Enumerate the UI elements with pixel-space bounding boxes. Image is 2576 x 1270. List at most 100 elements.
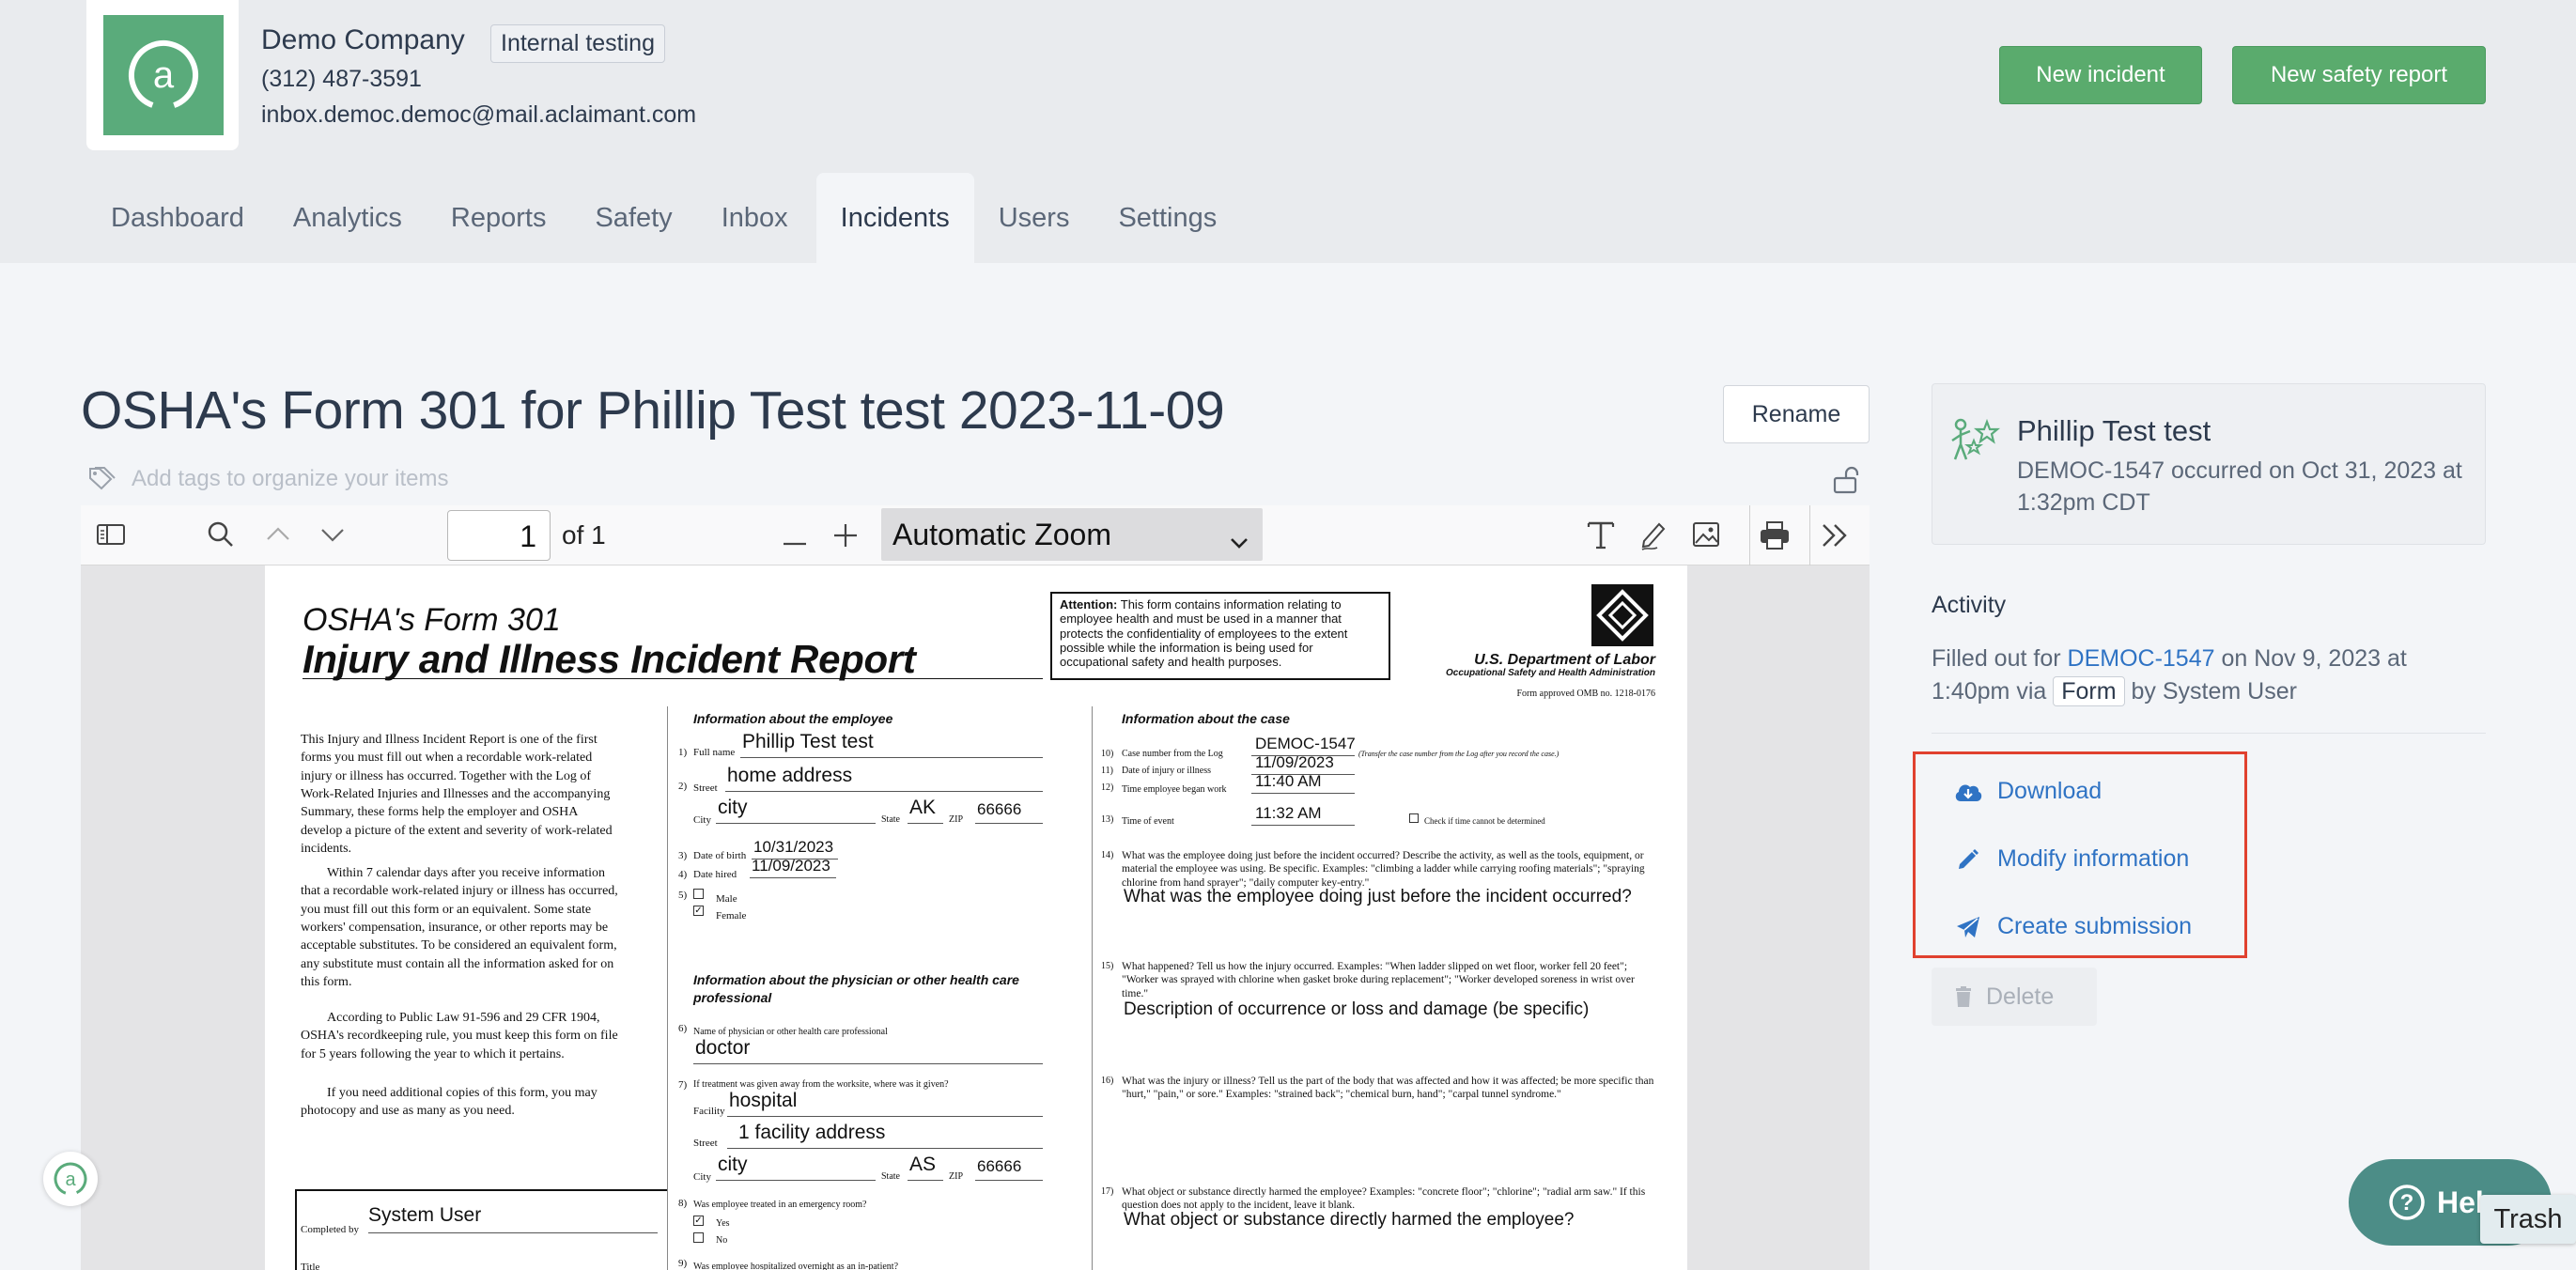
chevron-down-icon	[1229, 523, 1249, 558]
tab-reports[interactable]: Reports	[427, 173, 571, 263]
aclaimant-small-icon: a	[52, 1160, 89, 1198]
top-header: a Demo Company Internal testing (312) 48…	[0, 0, 2576, 263]
zoom-out-icon[interactable]	[782, 534, 808, 550]
activity-heading: Activity	[1932, 592, 2007, 618]
next-page-icon[interactable]	[319, 526, 346, 550]
q12-number: 12)	[1101, 782, 1114, 793]
company-name: Demo Company	[261, 24, 465, 55]
full-name-value: Phillip Test test	[742, 731, 874, 752]
q10-number: 10)	[1101, 749, 1114, 759]
case-heading: Information about the case	[1122, 711, 1290, 726]
began-work-line	[1251, 793, 1355, 794]
female-checkbox-checked: ✓	[693, 906, 704, 916]
q14-question: What was the employee doing just before …	[1122, 850, 1645, 889]
download-action[interactable]: Download	[1952, 778, 2102, 805]
trash-tooltip: Trash	[2480, 1195, 2576, 1244]
q8-number: 8)	[678, 1198, 688, 1209]
facility-street-label: Street	[693, 1138, 718, 1149]
new-incident-button[interactable]: New incident	[1999, 46, 2202, 104]
pdf-page: OSHA's Form 301 Injury and Illness Incid…	[265, 565, 1687, 1270]
date-hired-label: Date hired	[693, 869, 737, 880]
full-name-label: Full name	[693, 747, 736, 758]
event-time-value: 11:32 AM	[1255, 804, 1322, 822]
text-tool-icon[interactable]	[1586, 519, 1616, 555]
facility-line	[727, 1116, 1043, 1117]
facility-state-value: AS	[909, 1154, 937, 1175]
physician-value: doctor	[695, 1037, 751, 1059]
q15-number: 15)	[1101, 961, 1114, 971]
facility-state-line	[908, 1180, 943, 1181]
delete-label: Delete	[1986, 983, 2055, 1010]
zip-value: 66666	[977, 800, 1022, 818]
facility-zip-label: ZIP	[949, 1171, 963, 1182]
image-tool-icon[interactable]	[1691, 520, 1721, 553]
main-nav: Dashboard Analytics Reports Safety Inbox…	[86, 173, 1241, 263]
dob-value: 10/31/2023	[753, 838, 834, 856]
er-no-label: No	[716, 1235, 728, 1246]
sidebar-toggle-icon[interactable]	[96, 522, 126, 551]
tab-inbox[interactable]: Inbox	[697, 173, 813, 263]
street-label: Street	[693, 782, 718, 794]
intro-paragraph-1: This Injury and Illness Incident Report …	[301, 733, 613, 856]
column-divider-2	[1092, 706, 1093, 1270]
tab-settings[interactable]: Settings	[1094, 173, 1241, 263]
intro-paragraph-2: Within 7 calendar days after you receive…	[301, 866, 618, 989]
attention-label: Attention:	[1060, 597, 1118, 612]
svg-text:a: a	[153, 54, 175, 96]
q7-number: 7)	[678, 1079, 688, 1091]
q1-number: 1)	[678, 747, 688, 758]
zoom-select[interactable]: Automatic Zoom	[881, 508, 1263, 561]
dob-label: Date of birth	[693, 850, 747, 861]
tab-dashboard[interactable]: Dashboard	[86, 173, 269, 263]
state-line	[908, 823, 943, 824]
emergency-room-label: Was employee treated in an emergency roo…	[693, 1200, 867, 1210]
page-number-input[interactable]: 1	[447, 510, 551, 561]
create-submission-action[interactable]: Create submission	[1952, 913, 2192, 940]
incident-summary: DEMOC-1547 occurred on Oct 31, 2023 at 1…	[2017, 457, 2462, 516]
pdf-viewer[interactable]: OSHA's Form 301 Injury and Illness Incid…	[81, 565, 1870, 1270]
cloud-download-icon	[1952, 781, 1984, 803]
injured-person-card: Phillip Test test DEMOC-1547 occurred on…	[1932, 383, 2486, 545]
new-safety-report-button[interactable]: New safety report	[2232, 46, 2486, 104]
state-value: AK	[909, 797, 937, 818]
delete-button[interactable]: Delete	[1932, 968, 2097, 1026]
facility-street-line	[727, 1148, 1043, 1149]
city-label: City	[693, 814, 711, 826]
tags-input[interactable]: Add tags to organize your items	[86, 466, 449, 492]
more-tools-icon[interactable]	[1821, 522, 1849, 553]
incident-link[interactable]: DEMOC-1547	[2068, 645, 2215, 672]
unlock-icon[interactable]	[1832, 466, 1862, 499]
aclaimant-widget-button[interactable]: a	[43, 1152, 98, 1206]
er-yes-label: Yes	[716, 1218, 730, 1229]
tab-safety[interactable]: Safety	[570, 173, 696, 263]
q17-answer: What object or substance directly harmed…	[1124, 1210, 1575, 1230]
q16-number: 16)	[1101, 1076, 1114, 1086]
case-number-note: (Transfer the case number from the Log a…	[1358, 750, 1560, 758]
dol-logo-icon	[1591, 584, 1653, 646]
rename-button[interactable]: Rename	[1723, 385, 1870, 443]
trash-icon	[1954, 985, 1973, 1008]
completed-by-line	[368, 1232, 658, 1233]
tab-analytics[interactable]: Analytics	[269, 173, 427, 263]
tags-placeholder: Add tags to organize your items	[132, 466, 449, 491]
physician-line	[693, 1063, 1043, 1064]
search-icon[interactable]	[207, 520, 235, 553]
modify-information-action[interactable]: Modify information	[1952, 845, 2189, 873]
previous-page-icon[interactable]	[265, 524, 291, 548]
facility-value: hospital	[729, 1090, 798, 1111]
tab-incidents[interactable]: Incidents	[815, 173, 974, 263]
q17-number: 17)	[1101, 1186, 1114, 1197]
page-title: OSHA's Form 301 for Phillip Test test 20…	[81, 380, 1225, 441]
date-hired-line	[750, 877, 836, 878]
company-logo[interactable]: a	[86, 0, 239, 150]
time-undetermined-checkbox	[1409, 813, 1419, 823]
q6-number: 6)	[678, 1023, 688, 1034]
hospitalized-label: Was employee hospitalized overnight as a…	[693, 1262, 899, 1270]
tab-users[interactable]: Users	[974, 173, 1094, 263]
q13-number: 13)	[1101, 814, 1114, 825]
print-icon[interactable]	[1759, 520, 1791, 555]
draw-tool-icon[interactable]	[1638, 519, 1668, 555]
time-undetermined-label: Check if time cannot be determined	[1424, 816, 1545, 826]
zoom-in-icon[interactable]	[832, 522, 859, 553]
event-time-line	[1251, 825, 1355, 826]
